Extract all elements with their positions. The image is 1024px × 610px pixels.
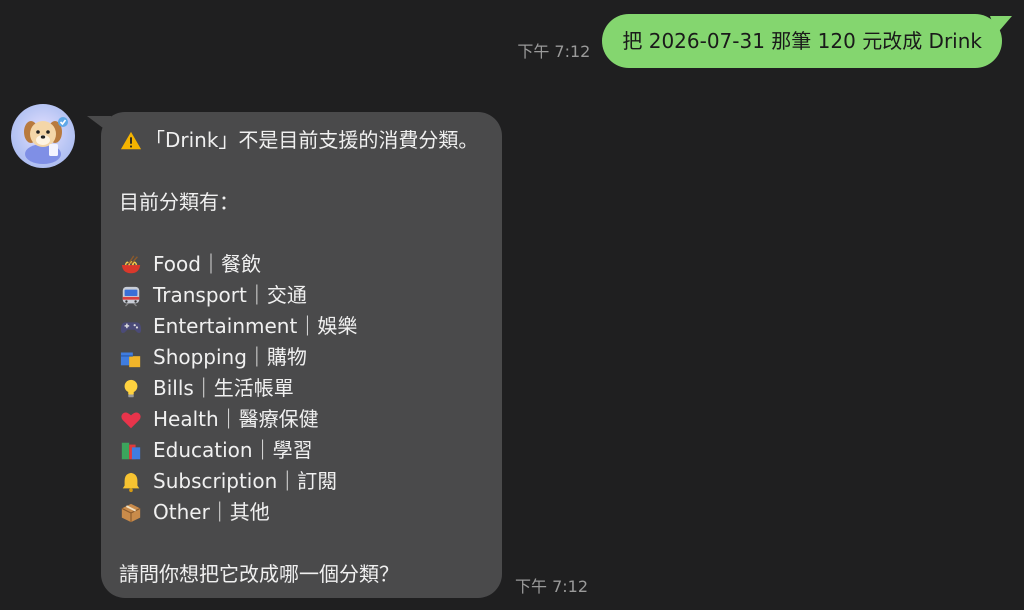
warning-icon — [119, 129, 143, 153]
outgoing-message-text: 把 2026-07-31 那筆 120 元改成 Drink — [622, 29, 982, 53]
light-bulb-icon — [119, 377, 143, 401]
bot-avatar[interactable] — [11, 104, 75, 168]
category-item-entertainment: Entertainment｜娛樂 — [119, 311, 484, 342]
category-label: Health｜醫療保健 — [153, 407, 319, 431]
heart-icon — [119, 408, 143, 432]
package-icon — [119, 501, 143, 525]
outgoing-timestamp: 下午 7:12 — [517, 42, 591, 61]
category-label: Other｜其他 — [153, 500, 270, 524]
outgoing-message-row: 下午 7:12 把 2026-07-31 那筆 120 元改成 Drink — [517, 14, 1002, 68]
intro-text: 目前分類有： — [119, 190, 239, 214]
category-item-transport: Transport｜交通 — [119, 280, 484, 311]
warning-text: 「Drink」不是目前支援的消費分類。 — [145, 128, 479, 152]
category-item-other: Other｜其他 — [119, 497, 484, 528]
bell-icon — [119, 470, 143, 494]
category-item-subscription: Subscription｜訂閱 — [119, 466, 484, 497]
train-icon — [119, 284, 143, 308]
question-text: 請問你想把它改成哪一個分類？ — [119, 562, 399, 586]
incoming-timestamp: 下午 7:12 — [515, 577, 589, 596]
category-label: Transport｜交通 — [153, 283, 307, 307]
outgoing-message-bubble[interactable]: 把 2026-07-31 那筆 120 元改成 Drink — [602, 14, 1002, 68]
category-label: Shopping｜購物 — [153, 345, 307, 369]
category-label: Entertainment｜娛樂 — [153, 314, 358, 338]
game-controller-icon — [119, 315, 143, 339]
question-line: 請問你想把它改成哪一個分類？ — [119, 559, 484, 590]
category-item-shopping: Shopping｜購物 — [119, 342, 484, 373]
warning-line: 「Drink」不是目前支援的消費分類。 — [119, 125, 484, 156]
category-label: Education｜學習 — [153, 438, 313, 462]
category-item-health: Health｜醫療保健 — [119, 404, 484, 435]
books-icon — [119, 439, 143, 463]
category-item-bills: Bills｜生活帳單 — [119, 373, 484, 404]
noodle-bowl-icon — [119, 253, 143, 277]
category-label: Bills｜生活帳單 — [153, 376, 294, 400]
category-item-food: Food｜餐飲 — [119, 249, 484, 280]
chat-area: 下午 7:12 把 2026-07-31 那筆 120 元改成 Drink 「D… — [0, 0, 1024, 610]
intro-line: 目前分類有： — [119, 187, 484, 218]
puppy-avatar-icon — [24, 117, 68, 164]
shopping-bags-icon — [119, 346, 143, 370]
category-label: Subscription｜訂閱 — [153, 469, 338, 493]
incoming-message-bubble[interactable]: 「Drink」不是目前支援的消費分類。 目前分類有： Food｜餐飲 Trans… — [101, 112, 502, 598]
category-item-education: Education｜學習 — [119, 435, 484, 466]
category-label: Food｜餐飲 — [153, 252, 261, 276]
